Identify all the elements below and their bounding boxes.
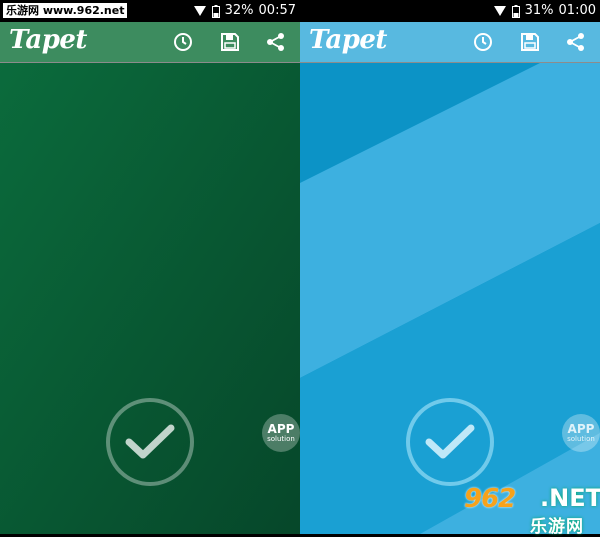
watermark-number: 962 — [464, 484, 516, 514]
app-bar-divider — [300, 62, 600, 63]
save-icon — [521, 33, 539, 51]
app-title: Tapet — [309, 25, 387, 55]
wifi-icon — [193, 5, 207, 17]
left-screen: 乐游网 www.962.net 32% 00:57 Tapet APP solu… — [0, 0, 300, 534]
apply-wallpaper-button[interactable] — [406, 398, 494, 486]
history-button[interactable] — [471, 30, 495, 54]
checkmark-icon — [425, 424, 475, 459]
wifi-icon — [493, 5, 507, 17]
app-solution-badge[interactable]: APP solution — [262, 414, 300, 452]
app-title: Tapet — [9, 25, 87, 55]
clock-icon — [474, 33, 492, 51]
apply-wallpaper-button[interactable] — [106, 398, 194, 486]
watermark-net: .NET — [540, 484, 600, 512]
history-button[interactable] — [171, 30, 195, 54]
right-screen: 31% 01:00 Tapet APP solution — [300, 0, 600, 534]
app-bar-divider — [0, 62, 300, 63]
share-icon — [267, 33, 284, 51]
clock-time: 01:00 — [558, 3, 596, 18]
watermark-bottom: 962 .NET 乐游网 — [460, 478, 600, 537]
status-bar: 31% 01:00 — [300, 0, 600, 22]
save-button[interactable] — [218, 30, 242, 54]
battery-icon — [211, 4, 220, 18]
share-button[interactable] — [564, 30, 588, 54]
app-bar: Tapet — [300, 22, 600, 62]
battery-percent: 32% — [224, 3, 254, 18]
watermark-top: 乐游网 www.962.net — [3, 3, 128, 18]
share-button[interactable] — [264, 30, 288, 54]
app-solution-badge[interactable]: APP solution — [562, 414, 600, 452]
save-icon — [221, 33, 239, 51]
share-icon — [567, 33, 584, 51]
app-bar: Tapet — [0, 22, 300, 62]
clock-icon — [174, 33, 192, 51]
save-button[interactable] — [518, 30, 542, 54]
checkmark-icon — [125, 424, 175, 459]
status-bar: 乐游网 www.962.net 32% 00:57 — [0, 0, 300, 22]
watermark-cn: 乐游网 — [530, 517, 584, 537]
battery-icon — [511, 4, 520, 18]
clock-time: 00:57 — [258, 3, 296, 18]
battery-percent: 31% — [524, 3, 554, 18]
